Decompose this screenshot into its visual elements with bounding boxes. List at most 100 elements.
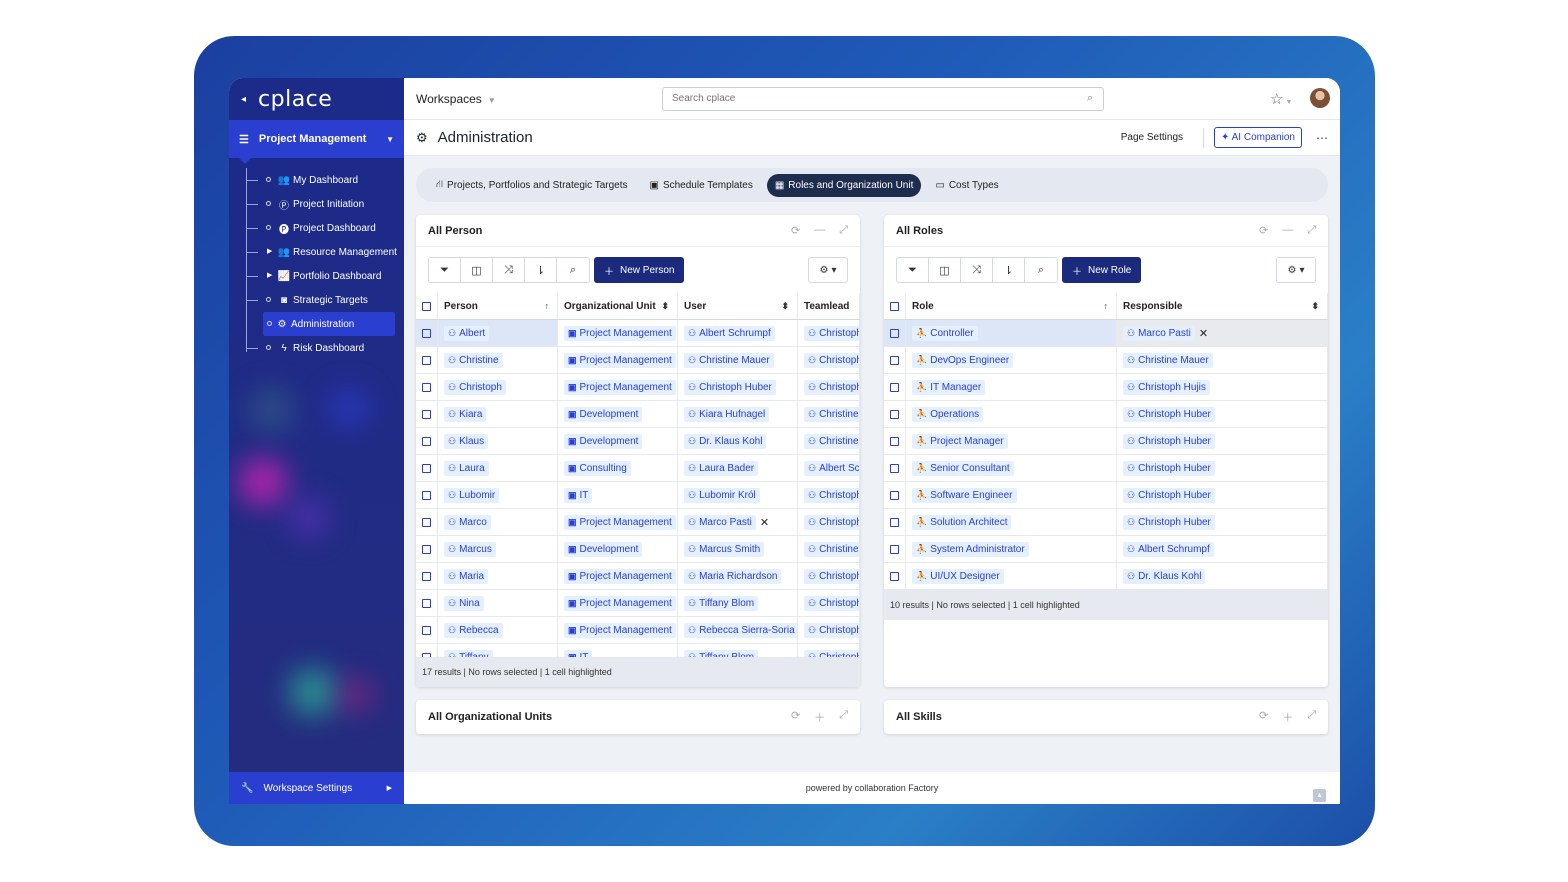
- tab-projects-portfolios-and-strategic-targets[interactable]: ⛙ Projects, Portfolios and Strategic Targ…: [428, 173, 636, 198]
- person-chip[interactable]: ⚇ Christoph Huber: [1123, 406, 1215, 422]
- chevron-right-icon[interactable]: ▶: [267, 247, 272, 255]
- org-unit-chip[interactable]: ▣ Development: [564, 433, 643, 449]
- row-select-cell[interactable]: [416, 401, 438, 427]
- person-chip[interactable]: ⚇ Christine: [804, 406, 859, 422]
- role-chip[interactable]: ⛹ Operations: [912, 406, 984, 422]
- person-chip[interactable]: ⚇ Christoph Hujis: [1123, 379, 1210, 395]
- column-header[interactable]: Person ↑: [438, 293, 558, 319]
- person-chip[interactable]: ⚇ Christoph: [804, 649, 859, 657]
- table-row[interactable]: ⚇ Lubomir ▣ IT ⚇ Lubomir Król ⚇ Christoph: [416, 482, 860, 509]
- table-cell[interactable]: ▣ Project Management: [558, 563, 678, 589]
- filter-icon[interactable]: ⏷: [897, 258, 929, 282]
- person-chip[interactable]: ⚇ Christoph Huber: [1123, 433, 1215, 449]
- person-chip[interactable]: ⚇ Marco Pasti: [1123, 325, 1195, 341]
- table-cell[interactable]: ▣ Development: [558, 428, 678, 454]
- remove-icon[interactable]: ✕: [760, 516, 769, 529]
- table-cell[interactable]: ⚇ Christoph Huber: [678, 374, 798, 400]
- table-cell[interactable]: ⚇ Christoph: [798, 644, 860, 657]
- table-cell[interactable]: ⚇ Lubomir: [438, 482, 558, 508]
- select-all-cell[interactable]: [884, 293, 906, 319]
- sidebar-item-portfolio-dashboard[interactable]: ▶ 📈 Portfolio Dashboard: [229, 264, 404, 288]
- columns-icon[interactable]: ◫: [461, 258, 493, 282]
- table-cell[interactable]: ⚇ Marcus: [438, 536, 558, 562]
- role-chip[interactable]: ⛹ Controller: [912, 325, 978, 341]
- person-chip[interactable]: ⚇ Marco: [444, 514, 491, 530]
- person-chip[interactable]: ⚇ Albert: [444, 325, 490, 341]
- search-icon[interactable]: ⌕: [1087, 92, 1093, 105]
- org-unit-chip[interactable]: ▣ Project Management: [564, 622, 676, 638]
- workspace-settings-button[interactable]: 🔧 Workspace Settings ▶: [229, 772, 404, 804]
- checkbox[interactable]: [890, 490, 899, 500]
- person-chip[interactable]: ⚇ Dr. Klaus Kohl: [684, 433, 767, 449]
- table-cell[interactable]: ▣ Project Management: [558, 590, 678, 616]
- table-cell[interactable]: ▣ IT: [558, 482, 678, 508]
- person-chip[interactable]: ⚇ Christoph: [804, 514, 859, 530]
- chevron-right-icon[interactable]: ▶: [267, 271, 272, 279]
- row-select-cell[interactable]: [416, 590, 438, 616]
- person-chip[interactable]: ⚇ Christoph: [804, 379, 859, 395]
- table-row[interactable]: ⛹ Controller ⚇ Marco Pasti ✕: [884, 320, 1328, 347]
- table-cell[interactable]: ⚇ Christine: [798, 536, 860, 562]
- sort-icon[interactable]: ⇂: [993, 258, 1025, 282]
- checkbox[interactable]: [890, 544, 899, 554]
- sort-icon[interactable]: ⬍: [661, 301, 669, 312]
- role-chip[interactable]: ⛹ Senior Consultant: [912, 460, 1014, 476]
- filter-icon[interactable]: ⏷: [429, 258, 461, 282]
- user-avatar[interactable]: [1310, 88, 1330, 108]
- person-chip[interactable]: ⚇ Rebecca Sierra-Soria: [684, 622, 797, 638]
- table-row[interactable]: ⚇ Laura ▣ Consulting ⚇ Laura Bader ⚇ Albert Sc: [416, 455, 860, 482]
- table-cell[interactable]: ⚇ Christoph Huber: [1117, 401, 1328, 427]
- person-chip[interactable]: ⚇ Christoph: [444, 379, 506, 395]
- table-cell[interactable]: ⚇ Rebecca: [438, 617, 558, 643]
- person-chip[interactable]: ⚇ Christoph: [804, 595, 859, 611]
- person-chip[interactable]: ⚇ Maria: [444, 568, 489, 584]
- table-cell[interactable]: ⚇ Tiffany Blom: [678, 590, 798, 616]
- person-chip[interactable]: ⚇ Tiffany Blom: [684, 595, 759, 611]
- checkbox[interactable]: [890, 463, 899, 473]
- row-select-cell[interactable]: [416, 482, 438, 508]
- table-cell[interactable]: ▣ Project Management: [558, 320, 678, 346]
- sidebar-item-administration[interactable]: ⚙ Administration: [263, 312, 395, 336]
- table-cell[interactable]: ⚇ Dr. Klaus Kohl: [678, 428, 798, 454]
- table-row[interactable]: ⛹ Software Engineer ⚇ Christoph Huber: [884, 482, 1328, 509]
- row-select-cell[interactable]: [416, 617, 438, 643]
- checkbox[interactable]: [890, 382, 899, 392]
- table-cell[interactable]: ⛹ IT Manager: [906, 374, 1117, 400]
- person-chip[interactable]: ⚇ Rebecca: [444, 622, 503, 638]
- page-settings-button[interactable]: Page Settings: [1121, 132, 1183, 143]
- org-unit-chip[interactable]: ▣ IT: [564, 649, 593, 657]
- row-select-cell[interactable]: [884, 347, 906, 373]
- settings-menu-button[interactable]: ⚙ ▾: [808, 257, 848, 283]
- row-select-cell[interactable]: [884, 401, 906, 427]
- checkbox[interactable]: [890, 328, 899, 338]
- columns-icon[interactable]: ◫: [929, 258, 961, 282]
- table-cell[interactable]: ⚇ Christoph Huber: [1117, 482, 1328, 508]
- refresh-icon[interactable]: ⟳: [791, 709, 800, 725]
- table-cell[interactable]: ⚇ Marco: [438, 509, 558, 535]
- person-chip[interactable]: ⚇ Laura: [444, 460, 489, 476]
- table-row[interactable]: ⚇ Marcus ▣ Development ⚇ Marcus Smith ⚇ Christi…: [416, 536, 860, 563]
- table-cell[interactable]: ⛹ UI/UX Designer: [906, 563, 1117, 589]
- checkbox[interactable]: [422, 598, 431, 608]
- person-chip[interactable]: ⚇ Nina: [444, 595, 484, 611]
- checkbox[interactable]: [890, 517, 899, 527]
- person-chip[interactable]: ⚇ Marcus Smith: [684, 541, 765, 557]
- person-chip[interactable]: ⚇ Kiara: [444, 406, 487, 422]
- checkbox[interactable]: [422, 382, 431, 392]
- tab-schedule-templates[interactable]: ▣ Schedule Templates: [642, 174, 761, 197]
- table-cell[interactable]: ▣ IT: [558, 644, 678, 657]
- person-chip[interactable]: ⚇ Christoph Huber: [1123, 514, 1215, 530]
- checkbox[interactable]: [890, 355, 899, 365]
- org-unit-chip[interactable]: ▣ Development: [564, 406, 643, 422]
- table-cell[interactable]: ⚇ Marco Pasti ✕: [678, 509, 798, 535]
- table-cell[interactable]: ⚇ Albert Schrumpf: [678, 320, 798, 346]
- person-chip[interactable]: ⚇ Christoph Huber: [1123, 460, 1215, 476]
- expand-icon[interactable]: ⤢: [1307, 709, 1316, 725]
- search-icon[interactable]: ⌕: [1025, 258, 1057, 282]
- person-chip[interactable]: ⚇ Albert Sc: [804, 460, 859, 476]
- org-unit-chip[interactable]: ▣ Project Management: [564, 568, 676, 584]
- checkbox[interactable]: [890, 436, 899, 446]
- table-cell[interactable]: ⚇ Kiara: [438, 401, 558, 427]
- row-select-cell[interactable]: [884, 428, 906, 454]
- checkbox[interactable]: [422, 436, 431, 446]
